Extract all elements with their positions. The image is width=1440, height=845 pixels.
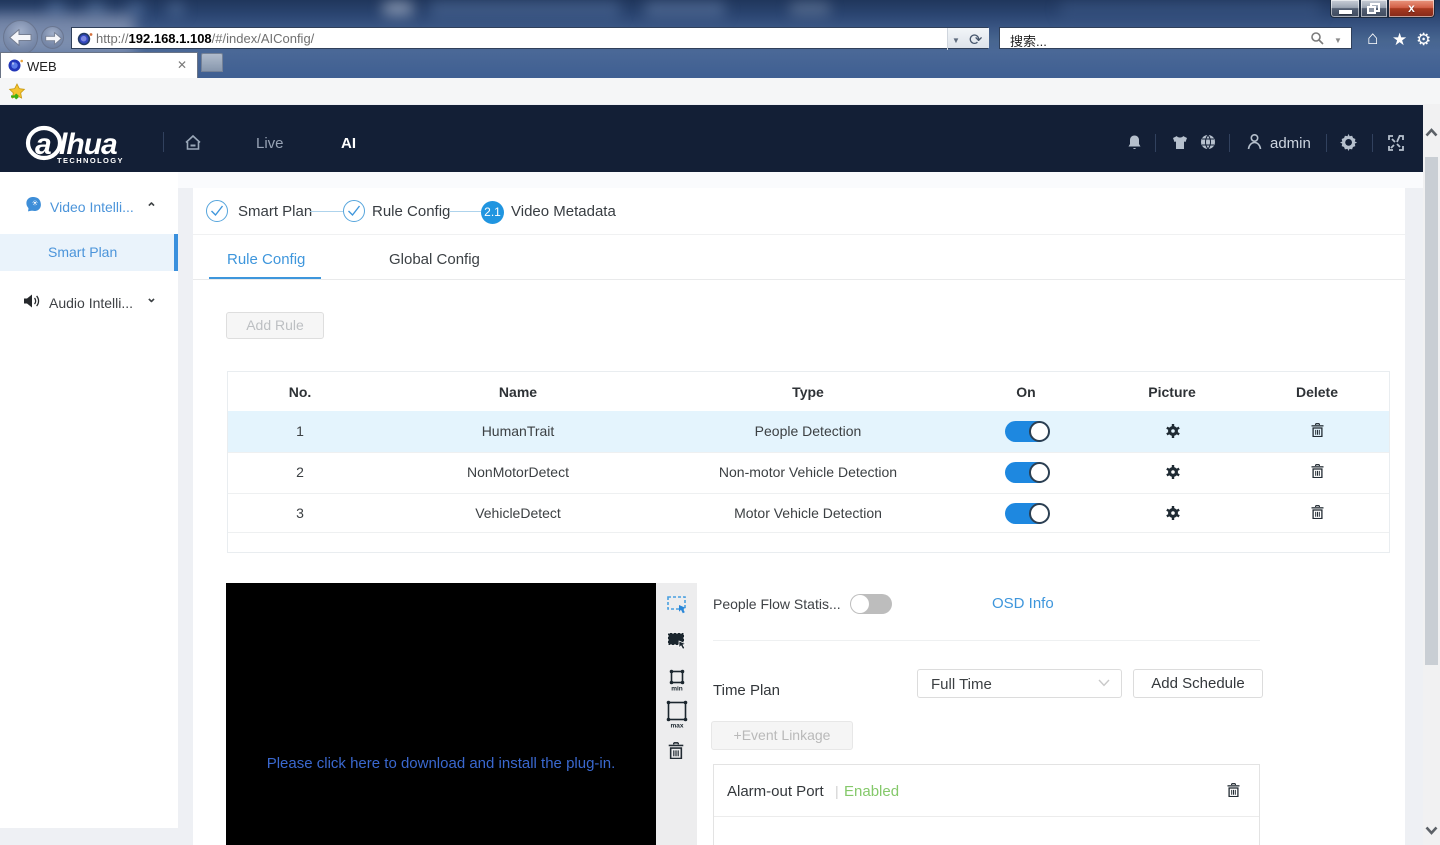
svg-text:a: a — [35, 128, 52, 161]
svg-text:TECHNOLOGY: TECHNOLOGY — [57, 156, 124, 165]
svg-text:min: min — [671, 686, 683, 692]
svg-text:max: max — [670, 723, 683, 729]
